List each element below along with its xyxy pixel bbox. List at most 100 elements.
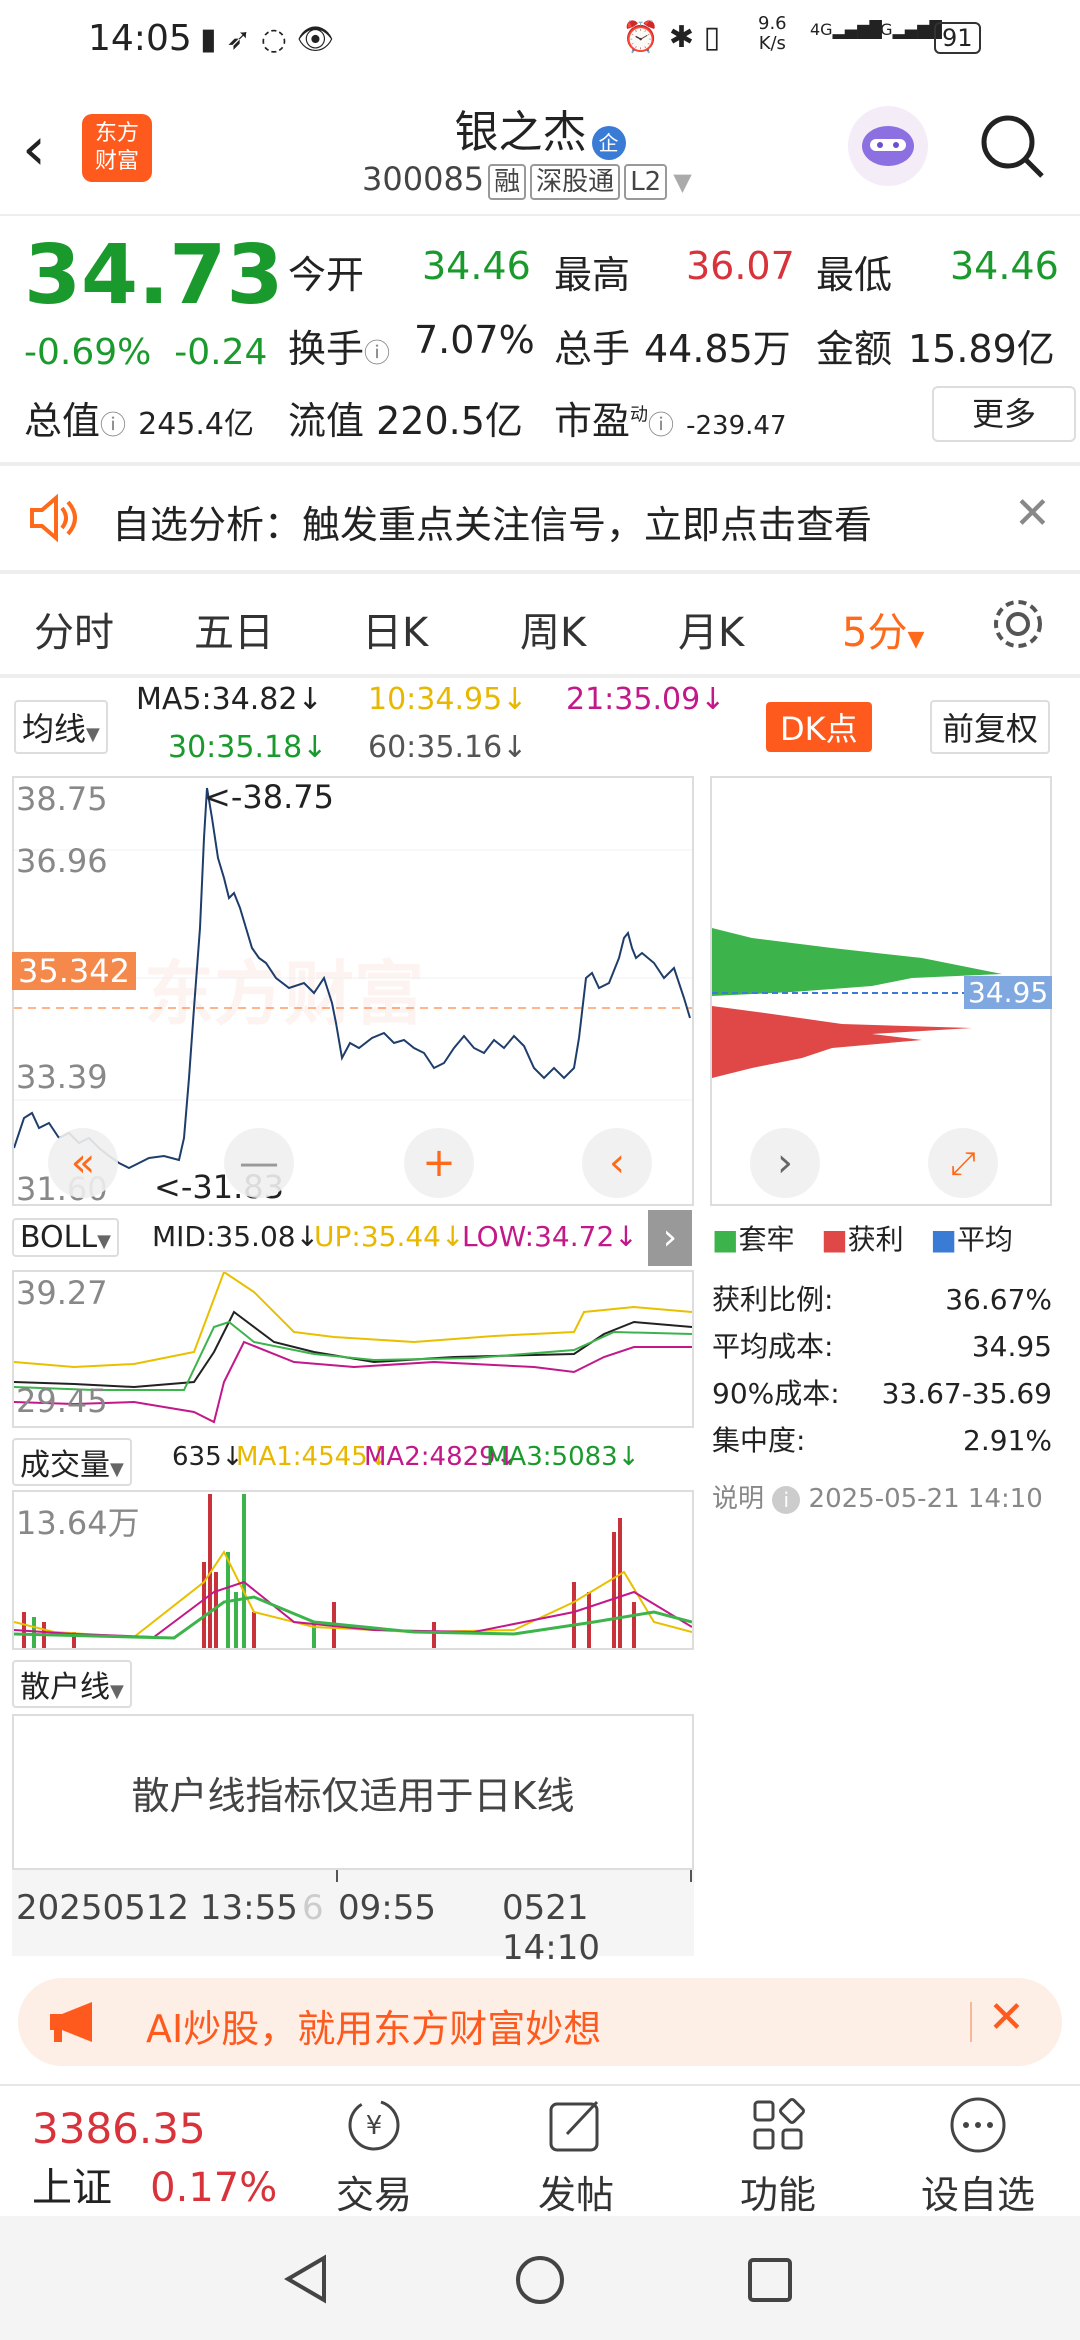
grid-icon [753, 2098, 805, 2150]
info-icon[interactable]: ⓘ [364, 339, 390, 369]
close-icon[interactable]: ✕ [1014, 488, 1051, 539]
trade-icon: ¥ [348, 2099, 400, 2151]
nav-function[interactable]: 功能 [698, 2090, 858, 2219]
edit-icon [549, 2100, 599, 2152]
megaphone-icon [50, 2002, 92, 2042]
avg-price-tag: 34.95 [964, 976, 1053, 1009]
tab-5min[interactable]: 5分▼ [842, 600, 924, 658]
robot-avatar[interactable] [848, 106, 928, 186]
notice-bar[interactable]: 自选分析：触发重点关注信号，立即点击查看 ✕ [0, 466, 1080, 570]
volume-value: 44.85万 [644, 327, 791, 371]
speaker-icon [30, 494, 77, 542]
dropdown-icon: ▼ [673, 168, 692, 196]
search-icon[interactable] [976, 110, 1048, 182]
ma-selector[interactable]: 均线▼ [14, 700, 108, 754]
max-label: <-38.75 [204, 778, 334, 816]
index-name: 上证 [32, 2165, 112, 2211]
tab-monthly[interactable]: 月K [678, 600, 744, 658]
tab-weekly[interactable]: 周K [520, 600, 586, 658]
index-pct: 0.17% [150, 2165, 278, 2211]
vol-value: 635↓ [172, 1442, 244, 1472]
tab-daily[interactable]: 日K [362, 600, 428, 658]
nav-recents-icon[interactable] [746, 2256, 794, 2304]
chip-chart[interactable]: 34.95 › ⤢ [710, 776, 1053, 1206]
retail-selector[interactable]: 散户线▼ [12, 1660, 132, 1708]
ad-close-icon[interactable]: ✕ [988, 1992, 1025, 2043]
boll-mid: MID:35.08↓ [152, 1220, 320, 1253]
time-mid: 09:55 [338, 1888, 436, 1928]
float-row: 流值 220.5亿 [288, 399, 523, 443]
price-chart[interactable]: 东方财富 38.75 36.96 33.39 31.60 35.342 <-38… [12, 776, 694, 1208]
chip-note[interactable]: 说明 i 2025-05-21 14:10 [712, 1478, 1043, 1515]
tab-5day[interactable]: 五日 [194, 600, 274, 658]
svg-text:¥: ¥ [366, 2111, 383, 2141]
ma10-label: 10:34.95↓ [368, 682, 528, 717]
high-label: 最高 [554, 253, 631, 297]
zoom-in-icon[interactable]: + [404, 1128, 474, 1198]
system-nav-bar [0, 2216, 1080, 2340]
y-label-3: 33.39 [16, 1058, 108, 1096]
notification-icons: ▮ ➶ ◌ 👁 [200, 22, 335, 57]
vol-y-top: 13.64万 [16, 1504, 140, 1542]
ma30-label: 30:35.18↓ [168, 730, 328, 765]
ma21-label: 21:35.09↓ [566, 682, 726, 717]
tag-l2: L2 [624, 164, 668, 200]
open-label: 今开 [288, 253, 365, 297]
zoom-out-icon[interactable]: — [224, 1128, 294, 1198]
boll-chart: 39.27 29.45 [12, 1270, 694, 1428]
ad-banner[interactable]: AI炒股，就用东方财富妙想 ✕ [18, 1978, 1062, 2066]
retail-message: 散户线指标仅适用于日K线 [131, 1773, 575, 1818]
net-speed: 9.6 K/s [758, 13, 787, 54]
tab-time[interactable]: 分时 [34, 600, 114, 658]
stock-code: 300085 [362, 160, 485, 198]
low-value: 34.46 [950, 244, 1059, 288]
change-row: -0.69% -0.24 [24, 332, 268, 373]
time-left: 20250512 13:55 [16, 1888, 298, 1928]
battery-icon: 91 [934, 22, 981, 54]
nav-back-icon[interactable] [282, 2254, 332, 2304]
boll-low: LOW:34.72↓ [462, 1220, 638, 1253]
volume-chart: 13.64万 [12, 1490, 694, 1650]
notice-text: 自选分析：触发重点关注信号，立即点击查看 [112, 503, 873, 547]
nav-watchlist[interactable]: 设自选 [898, 2090, 1058, 2219]
chip-next-icon[interactable]: › [750, 1128, 820, 1198]
nav-post[interactable]: 发帖 [496, 2090, 656, 2219]
stock-code-row[interactable]: 300085 融深股通 L2 ▼ [362, 160, 692, 200]
index-widget[interactable]: 3386.35 上证 0.17% [32, 2104, 277, 2213]
amount-label: 金额 [816, 327, 893, 371]
boll-lines [14, 1272, 692, 1424]
dk-button[interactable]: DK点 [766, 702, 872, 752]
time-right: 0521 14:10 [502, 1888, 600, 1968]
chip-stats: 获利比例: 36.67% 平均成本: 34.95 90%成本: 33.67-35.69… [712, 1276, 1052, 1464]
time-mid-prefix: 6 [302, 1888, 324, 1928]
pe-row: 市盈动ⓘ -239.47 [554, 399, 787, 443]
index-value: 3386.35 [32, 2104, 206, 2153]
open-value: 34.46 [422, 244, 531, 288]
scroll-left-icon[interactable]: « [48, 1128, 118, 1198]
chip-row-avg: 平均成本: 34.95 [712, 1330, 1052, 1363]
boll-up: UP:35.44↓ [314, 1220, 465, 1253]
signal-icon-2: 4G▂▄▆█ [870, 20, 942, 39]
y-label-top: 38.75 [16, 780, 108, 818]
adjust-button[interactable]: 前复权 [930, 700, 1051, 754]
step-left-icon[interactable]: ‹ [582, 1128, 652, 1198]
vol-ma3: MA3:5083↓ [486, 1442, 640, 1472]
amount-value: 15.89亿 [908, 327, 1055, 371]
more-button[interactable]: 更多 [932, 386, 1076, 442]
status-time: 14:05 [88, 18, 192, 59]
nav-trade[interactable]: ¥ 交易 [294, 2090, 454, 2219]
current-price: 34.73 [24, 228, 284, 323]
high-value: 36.07 [686, 244, 795, 288]
expand-icon[interactable]: ⤢ [928, 1128, 998, 1198]
nav-home-icon[interactable] [514, 2254, 566, 2306]
status-bar: 14:05 ▮ ➶ ◌ 👁 ⏰ ✱ ▯ 9.6 K/s 4G▂▄▆█ 4G▂▄▆█… [0, 0, 1080, 80]
volume-selector[interactable]: 成交量▼ [12, 1438, 132, 1486]
boll-selector[interactable]: BOLL▼ [12, 1218, 119, 1257]
indicator-next-icon[interactable]: › [648, 1210, 692, 1266]
chip-legend: ■套牢 ■获利 ■平均 [712, 1223, 1013, 1256]
gear-icon[interactable] [990, 596, 1046, 652]
y-label-2: 36.96 [16, 842, 108, 880]
chip-row-profit: 获利比例: 36.67% [712, 1283, 1052, 1316]
ad-text: AI炒股，就用东方财富妙想 [146, 2007, 602, 2051]
retail-panel: 散户线指标仅适用于日K线 [12, 1714, 694, 1870]
